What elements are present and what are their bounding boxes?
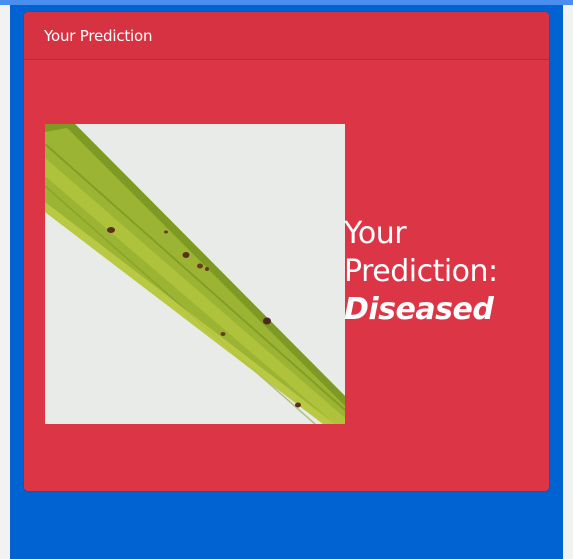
leaf-image: [45, 124, 345, 424]
card-header-title: Your Prediction: [44, 26, 153, 45]
prediction-result: Diseased: [344, 292, 494, 327]
card-body: Your Prediction: Diseased: [24, 60, 549, 491]
prediction-text: Your Prediction: Diseased: [344, 215, 544, 329]
prediction-label: Your Prediction:: [344, 216, 498, 289]
card-header: Your Prediction: [24, 12, 549, 60]
prediction-card: Your Prediction Your Prediction: Disease…: [24, 12, 549, 491]
